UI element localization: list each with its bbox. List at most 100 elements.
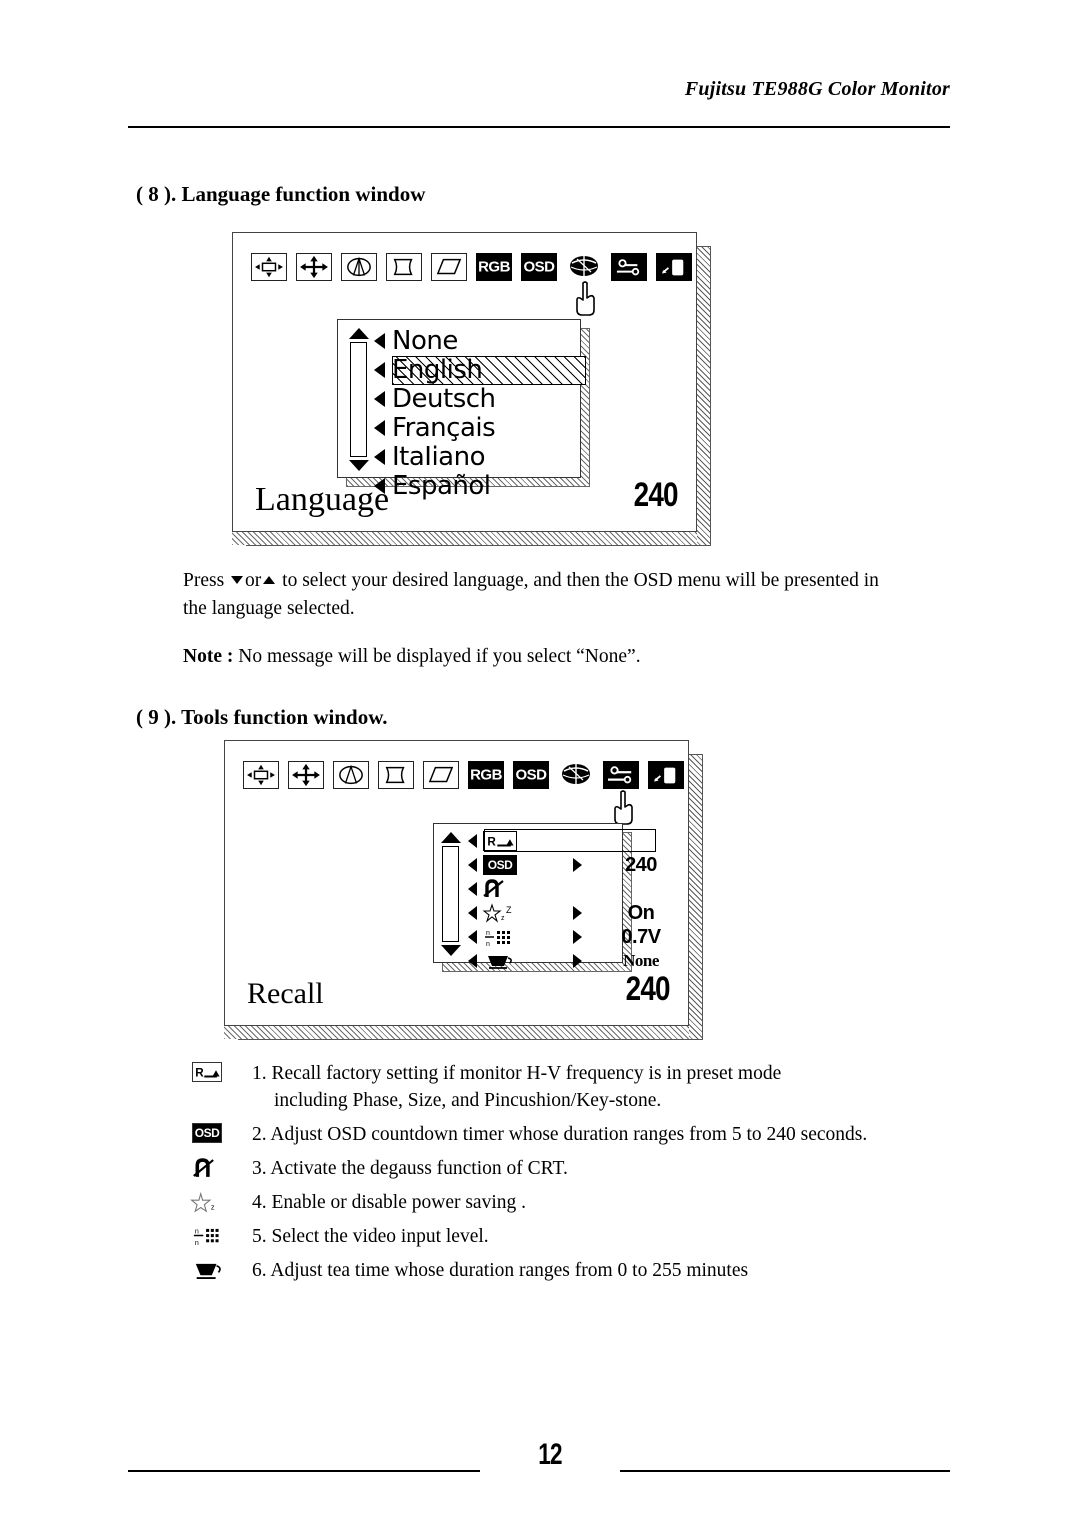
- caret-left-icon: [468, 858, 477, 872]
- tea-time-icon-glyph: [488, 956, 512, 969]
- list-item[interactable]: None: [374, 326, 574, 355]
- pincushion-icon[interactable]: [341, 253, 377, 281]
- caret-left-icon: [374, 361, 385, 378]
- caret-left-icon: [468, 882, 477, 896]
- osd-icon[interactable]: OSD: [513, 761, 549, 789]
- press-mid: or: [245, 570, 262, 591]
- svg-text:n: n: [486, 930, 490, 937]
- degauss-icon-glyph: [193, 1158, 214, 1177]
- osd-timer-icon: OSD: [190, 1121, 234, 1147]
- list-item[interactable]: Deutsch: [374, 384, 574, 413]
- osd-timer-icon-label: OSD: [487, 858, 513, 872]
- submenu-scrollbar[interactable]: [440, 832, 461, 956]
- scroll-down-arrow-icon[interactable]: [349, 460, 369, 471]
- list-item: 3. Activate the degauss function of CRT.: [190, 1155, 950, 1182]
- video-level-icon: n n: [483, 927, 517, 947]
- table-row[interactable]: [468, 877, 618, 901]
- barrel-icon[interactable]: [386, 253, 422, 281]
- language-list: None English Deutsch Français ItaIiano E…: [374, 326, 586, 500]
- table-row[interactable]: None: [468, 949, 659, 973]
- submenu-scrollbar[interactable]: [348, 328, 370, 471]
- tools-icon[interactable]: [603, 761, 639, 825]
- svg-text:R: R: [487, 836, 496, 849]
- osd-icon-row: RGB OSD: [243, 761, 693, 825]
- parallelogram-icon[interactable]: [431, 253, 467, 281]
- monitor-exit-icon-glyph: [659, 255, 689, 279]
- size-icon[interactable]: [251, 253, 287, 281]
- osd-icon-label: OSD: [523, 258, 555, 276]
- hand-pointer-glyph: [614, 790, 633, 825]
- osd-footer-value: 240: [625, 970, 671, 1008]
- tea-time-value: None: [623, 951, 659, 970]
- tea-time-icon: [190, 1257, 234, 1283]
- tools-icon-glyph: [615, 257, 643, 277]
- table-row[interactable]: OSD 240: [468, 853, 657, 877]
- pincushion-icon[interactable]: [333, 761, 369, 789]
- svg-text:n: n: [195, 1240, 199, 1246]
- size-icon[interactable]: [243, 761, 279, 789]
- barrel-icon[interactable]: [378, 761, 414, 789]
- rgb-icon[interactable]: RGB: [476, 253, 512, 281]
- list-item[interactable]: Français: [374, 413, 574, 442]
- caret-right-icon: [573, 930, 582, 944]
- svg-text:n: n: [486, 941, 490, 947]
- tools-icon[interactable]: [611, 253, 647, 281]
- scroll-down-arrow-icon[interactable]: [441, 945, 461, 956]
- globe-language-icon[interactable]: [558, 761, 594, 789]
- rgb-icon[interactable]: RGB: [468, 761, 504, 789]
- degauss-icon: [483, 879, 517, 899]
- tools-explanation-list: R 1. Recall factory setting if monitor H…: [190, 1060, 950, 1291]
- paragraph-press-instruction: Press or to select your desired language…: [183, 567, 883, 623]
- scroll-up-arrow-icon[interactable]: [441, 832, 461, 843]
- scroll-thumb[interactable]: [442, 846, 459, 942]
- note-label: Note :: [183, 646, 234, 667]
- list-item[interactable]: Español: [374, 471, 574, 500]
- parallelogram-icon[interactable]: [423, 761, 459, 789]
- globe-language-icon[interactable]: [566, 253, 602, 316]
- power-saving-icon: z: [190, 1189, 234, 1215]
- tea-time-icon-glyph: [195, 1263, 221, 1279]
- osd-timer-icon: OSD: [483, 855, 517, 875]
- monitor-exit-icon[interactable]: [648, 761, 684, 789]
- osd-timer-icon-box: OSD: [192, 1123, 222, 1143]
- position-icon[interactable]: [288, 761, 324, 789]
- svg-text:Z: Z: [506, 905, 512, 915]
- table-row[interactable]: R: [468, 829, 656, 853]
- caret-left-icon: [374, 332, 385, 349]
- osd-icon[interactable]: OSD: [521, 253, 557, 281]
- table-row[interactable]: z Z On: [468, 901, 655, 925]
- language-label: None: [392, 325, 458, 356]
- language-label: English: [392, 354, 483, 385]
- section-heading-language: ( 8 ). Language function window: [136, 182, 426, 206]
- video-level-value: 0.7V: [621, 925, 661, 948]
- caret-left-icon: [374, 419, 385, 436]
- barrel-icon-glyph: [393, 258, 413, 276]
- language-label: ItaIiano: [392, 441, 486, 472]
- osd-timer-value: 240: [625, 853, 657, 876]
- position-icon[interactable]: [296, 253, 332, 281]
- rgb-icon-label: RGB: [470, 766, 502, 784]
- video-level-icon: n n: [190, 1223, 234, 1249]
- video-level-icon-glyph: n n: [193, 1229, 219, 1246]
- video-level-icon-glyph: n n: [485, 930, 510, 947]
- tools-icon-glyph: [606, 763, 636, 787]
- explain-text: 3. Activate the degauss function of CRT.: [252, 1158, 568, 1179]
- list-item[interactable]: English: [374, 354, 586, 385]
- globe-language-icon-glyph: [562, 764, 590, 784]
- list-item: R 1. Recall factory setting if monitor H…: [190, 1060, 950, 1114]
- language-label: Español: [392, 470, 491, 501]
- osd-language-window: RGB OSD None English Deutsch Français It…: [232, 232, 711, 546]
- monitor-exit-icon[interactable]: [656, 253, 692, 281]
- window-body: RGB OSD: [224, 740, 689, 1026]
- osd-timer-icon-label: OSD: [194, 1126, 220, 1140]
- size-icon-glyph: [247, 764, 275, 786]
- hand-pointer-icon: [610, 789, 636, 827]
- header-title: Fujitsu TE988G Color Monitor: [684, 78, 950, 100]
- list-item[interactable]: ItaIiano: [374, 442, 574, 471]
- list-item: n n 5. Select the video input level.: [190, 1223, 950, 1250]
- scroll-thumb[interactable]: [350, 342, 367, 457]
- table-row[interactable]: n n 0.7V: [468, 925, 661, 949]
- recall-icon: R: [190, 1060, 234, 1086]
- submenu-body: None English Deutsch Français ItaIiano E…: [337, 319, 586, 499]
- scroll-up-arrow-icon[interactable]: [349, 328, 369, 339]
